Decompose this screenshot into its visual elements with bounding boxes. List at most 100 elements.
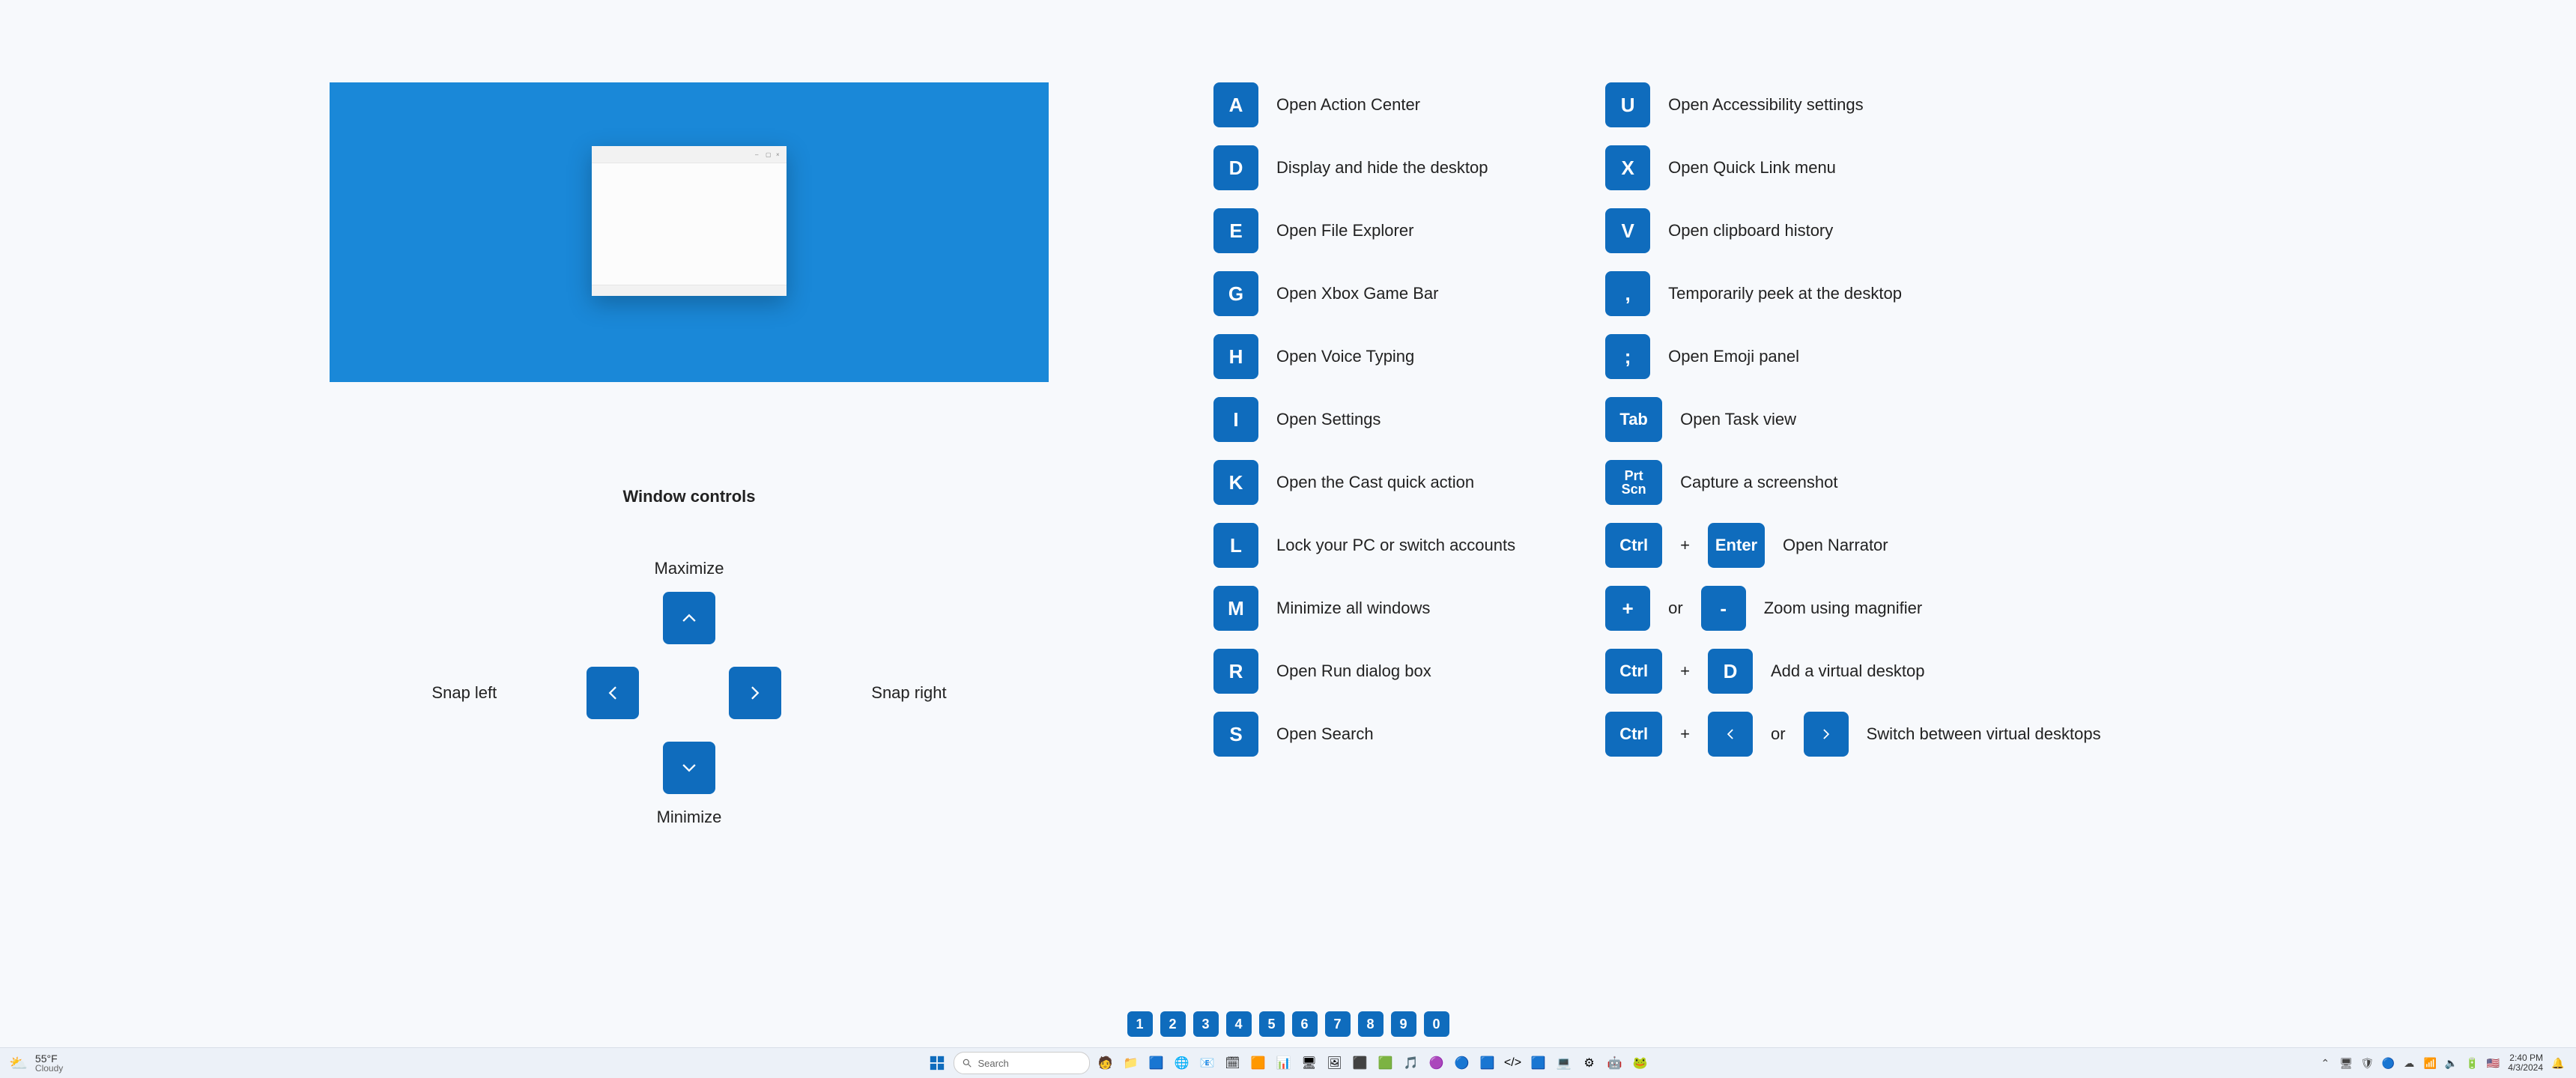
taskbar-app-2[interactable]: 🟦 bbox=[1145, 1052, 1168, 1074]
shortcut-row: GOpen Xbox Game Bar bbox=[1213, 271, 1515, 316]
taskbar-app-19[interactable]: ⚙ bbox=[1578, 1052, 1601, 1074]
taskbar-app-4[interactable]: 📧 bbox=[1196, 1052, 1219, 1074]
window-titlebar: – ▢ × bbox=[592, 146, 787, 163]
key-box: X bbox=[1605, 145, 1650, 190]
snap-right-label: Snap right bbox=[871, 683, 946, 703]
taskbar-app-9[interactable]: 🖼 bbox=[1324, 1052, 1346, 1074]
shortcut-row: SOpen Search bbox=[1213, 712, 1515, 757]
weather-widget[interactable]: 55°F Cloudy bbox=[35, 1053, 63, 1073]
number-key-6[interactable]: 6 bbox=[1292, 1011, 1318, 1037]
separator-plus: + bbox=[1680, 724, 1690, 744]
number-key-3[interactable]: 3 bbox=[1193, 1011, 1219, 1037]
taskbar-app-16[interactable]: </> bbox=[1502, 1052, 1524, 1074]
key-i: I bbox=[1213, 397, 1258, 442]
sample-window: – ▢ × bbox=[592, 146, 787, 296]
shortcut-desc: Zoom using magnifier bbox=[1764, 599, 1923, 618]
taskbar-app-10[interactable]: ⬛ bbox=[1349, 1052, 1372, 1074]
tray-icon-2[interactable]: 🛡 bbox=[2360, 1056, 2375, 1071]
tray-icon-4[interactable]: ☁ bbox=[2401, 1056, 2416, 1071]
taskbar-app-18[interactable]: 💻 bbox=[1553, 1052, 1575, 1074]
taskbar-app-6[interactable]: 🟧 bbox=[1247, 1052, 1270, 1074]
search-placeholder: Search bbox=[978, 1058, 1009, 1069]
window-footer bbox=[592, 285, 787, 296]
arrow-up-button[interactable] bbox=[663, 592, 715, 644]
chevron-right-icon bbox=[745, 683, 765, 703]
shortcut-desc: Minimize all windows bbox=[1276, 599, 1430, 618]
windows-icon bbox=[929, 1055, 945, 1071]
number-key-1[interactable]: 1 bbox=[1127, 1011, 1153, 1037]
number-key-9[interactable]: 9 bbox=[1391, 1011, 1416, 1037]
tray-icon-3[interactable]: 🔵 bbox=[2380, 1056, 2395, 1071]
number-key-2[interactable]: 2 bbox=[1160, 1011, 1186, 1037]
taskbar-app-7[interactable]: 📊 bbox=[1273, 1052, 1295, 1074]
key-ctrl: Ctrl bbox=[1605, 649, 1662, 694]
weather-condition: Cloudy bbox=[35, 1064, 63, 1073]
window-controls-heading: Window controls bbox=[330, 487, 1049, 506]
start-button[interactable] bbox=[925, 1051, 949, 1075]
maximize-label: Maximize bbox=[655, 559, 724, 578]
window-min-dot: – bbox=[755, 151, 761, 157]
key-right bbox=[1804, 712, 1849, 757]
minimize-label: Minimize bbox=[657, 808, 722, 827]
separator-plus: + bbox=[1680, 536, 1690, 555]
shortcut-desc: Open the Cast quick action bbox=[1276, 473, 1474, 492]
shortcut-desc: Open Quick Link menu bbox=[1668, 158, 1836, 178]
notifications-icon[interactable]: 🔔 bbox=[2551, 1056, 2566, 1071]
taskbar-app-0[interactable]: 🧑 bbox=[1094, 1052, 1117, 1074]
key-box: U bbox=[1605, 82, 1650, 127]
key-ctrl: Ctrl bbox=[1605, 712, 1662, 757]
arrow-down-button[interactable] bbox=[663, 742, 715, 794]
shortcut-row: DDisplay and hide the desktop bbox=[1213, 145, 1515, 190]
shortcut-column-1: AOpen Action Center DDisplay and hide the… bbox=[1213, 82, 1515, 827]
chevron-down-icon bbox=[679, 758, 699, 778]
tray-icon-1[interactable]: 🖥 bbox=[2339, 1056, 2354, 1071]
number-key-8[interactable]: 8 bbox=[1358, 1011, 1384, 1037]
taskbar-apps: 🧑📁🟦🌐📧🗓🟧📊🖥🖼⬛🟩🎵🟣🔵🟦</>🟦💻⚙🤖🐸 bbox=[1094, 1052, 1652, 1074]
arrow-right-button[interactable] bbox=[729, 667, 781, 719]
number-key-0[interactable]: 0 bbox=[1424, 1011, 1449, 1037]
key-m: M bbox=[1213, 586, 1258, 631]
taskbar-app-3[interactable]: 🌐 bbox=[1171, 1052, 1193, 1074]
shortcut-row: ; Open Emoji panel bbox=[1605, 334, 2100, 379]
key-minus: - bbox=[1701, 586, 1746, 631]
shortcut-desc: Open Emoji panel bbox=[1668, 347, 1799, 366]
key-ctrl: Ctrl bbox=[1605, 523, 1662, 568]
weather-icon[interactable]: ⛅ bbox=[9, 1054, 28, 1073]
number-key-5[interactable]: 5 bbox=[1259, 1011, 1285, 1037]
taskbar-app-5[interactable]: 🗓 bbox=[1222, 1052, 1244, 1074]
taskbar-app-13[interactable]: 🟣 bbox=[1425, 1052, 1448, 1074]
shortcut-row: M Minimize all windows bbox=[1213, 586, 1515, 631]
chevron-up-icon bbox=[679, 608, 699, 628]
taskbar-app-15[interactable]: 🟦 bbox=[1476, 1052, 1499, 1074]
taskbar-app-1[interactable]: 📁 bbox=[1120, 1052, 1142, 1074]
taskbar-app-17[interactable]: 🟦 bbox=[1527, 1052, 1550, 1074]
taskbar-search[interactable]: Search bbox=[954, 1052, 1090, 1074]
taskbar-app-21[interactable]: 🐸 bbox=[1629, 1052, 1652, 1074]
arrow-left-button[interactable] bbox=[587, 667, 639, 719]
shortcut-row: AOpen Action Center bbox=[1213, 82, 1515, 127]
tray-icon-8[interactable]: 🇺🇸 bbox=[2485, 1056, 2500, 1071]
key-g: G bbox=[1213, 271, 1258, 316]
tray-icon-5[interactable]: 📶 bbox=[2422, 1056, 2437, 1071]
shortcut-row: Prt ScnCapture a screenshot bbox=[1605, 460, 2100, 505]
taskbar-app-12[interactable]: 🎵 bbox=[1400, 1052, 1422, 1074]
taskbar-app-11[interactable]: 🟩 bbox=[1375, 1052, 1397, 1074]
taskbar[interactable]: ⛅ 55°F Cloudy Search 🧑📁🟦🌐📧🗓🟧📊🖥🖼⬛🟩🎵🟣🔵🟦</>… bbox=[0, 1047, 2576, 1078]
key-box: ; bbox=[1605, 334, 1650, 379]
monitor-illustration: – ▢ × bbox=[330, 82, 1049, 382]
window-max-dot: ▢ bbox=[766, 151, 772, 157]
taskbar-app-8[interactable]: 🖥 bbox=[1298, 1052, 1321, 1074]
tray-icon-0[interactable]: ⌃ bbox=[2318, 1056, 2333, 1071]
system-tray: ⌃ 🖥 🛡 🔵 ☁ 📶 🔈 🔋 🇺🇸 bbox=[2318, 1056, 2500, 1071]
key-box: V bbox=[1605, 208, 1650, 253]
key-h: H bbox=[1213, 334, 1258, 379]
taskbar-app-20[interactable]: 🤖 bbox=[1604, 1052, 1626, 1074]
tray-icon-7[interactable]: 🔋 bbox=[2464, 1056, 2479, 1071]
shortcut-desc: Open clipboard history bbox=[1668, 221, 1833, 240]
tray-icon-6[interactable]: 🔈 bbox=[2443, 1056, 2458, 1071]
number-key-7[interactable]: 7 bbox=[1325, 1011, 1351, 1037]
shortcut-desc: Display and hide the desktop bbox=[1276, 158, 1488, 178]
taskbar-clock[interactable]: 2:40 PM 4/3/2024 bbox=[2508, 1053, 2543, 1073]
number-key-4[interactable]: 4 bbox=[1226, 1011, 1252, 1037]
taskbar-app-14[interactable]: 🔵 bbox=[1451, 1052, 1473, 1074]
